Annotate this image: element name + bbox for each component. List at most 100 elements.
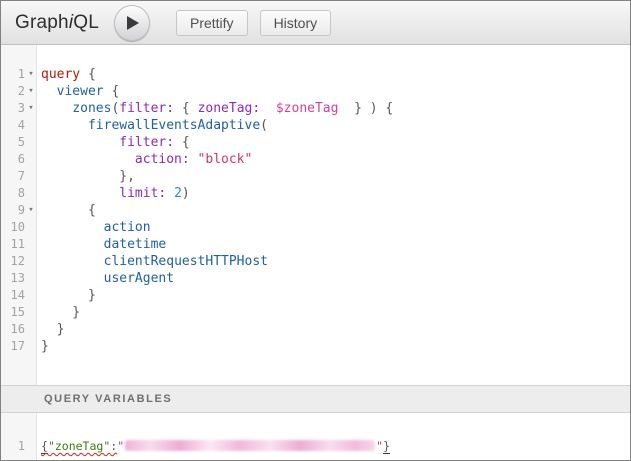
query-variables-title: QUERY VARIABLES: [44, 393, 172, 405]
redacted-zone-tag-value: [125, 440, 375, 451]
code-line[interactable]: 8 limit: 2): [1, 185, 630, 202]
line-number: 3: [1, 100, 25, 117]
fold-gutter-spacer: [25, 236, 37, 253]
fold-gutter-spacer: [25, 338, 37, 355]
code-token: [166, 186, 174, 201]
query-variables-header[interactable]: QUERY VARIABLES: [1, 385, 630, 413]
fold-gutter-spacer: [25, 117, 37, 134]
code-line[interactable]: 9▾ {: [1, 202, 630, 219]
fold-gutter-spacer: [25, 253, 37, 270]
graphiql-window: GraphiQL Prettify History 1▾query {2▾ vi…: [0, 0, 631, 461]
code-line[interactable]: 17}: [1, 338, 630, 355]
line-number: 7: [1, 168, 25, 185]
lint-error-squiggle: {"zoneTag":: [41, 439, 117, 454]
code-token: action: [104, 220, 151, 235]
line-number: 14: [1, 287, 25, 304]
fold-arrow-icon[interactable]: ▾: [25, 100, 37, 117]
line-number: 17: [1, 338, 25, 355]
line-content: filter: {: [37, 134, 190, 151]
code-token: {: [104, 84, 120, 99]
line-content: },: [37, 168, 135, 185]
execute-button[interactable]: [114, 5, 150, 41]
line-content: }: [37, 321, 64, 338]
code-token: },: [41, 169, 135, 184]
code-token: filter:: [119, 101, 174, 116]
code-line[interactable]: 1▾query {: [1, 66, 630, 83]
code-line[interactable]: 15 }: [1, 304, 630, 321]
line-number: 11: [1, 236, 25, 253]
line-number: 8: [1, 185, 25, 202]
fold-arrow-icon[interactable]: ▾: [25, 66, 37, 83]
code-token: [41, 152, 135, 167]
code-token: limit:: [119, 186, 166, 201]
code-token: }: [41, 322, 64, 337]
code-token: }: [41, 305, 80, 320]
fold-arrow-icon[interactable]: ▾: [25, 83, 37, 100]
fold-gutter-spacer: [25, 438, 37, 455]
code-token: [41, 271, 104, 286]
code-token: viewer: [57, 84, 104, 99]
variables-line-content: {"zoneTag":""}: [37, 438, 390, 455]
code-token: [41, 101, 72, 116]
code-token: } ) {: [338, 101, 393, 116]
line-content: datetime: [37, 236, 166, 253]
query-editor[interactable]: 1▾query {2▾ viewer {3▾ zones(filter: { z…: [1, 45, 630, 385]
fold-gutter-spacer: [25, 168, 37, 185]
code-token: [260, 101, 276, 116]
code-token: $zoneTag: [276, 101, 339, 116]
code-token: }: [41, 339, 49, 354]
line-content: limit: 2): [37, 185, 190, 202]
code-line[interactable]: 4 firewallEventsAdaptive(: [1, 117, 630, 134]
fold-gutter-spacer: [25, 304, 37, 321]
code-line[interactable]: 2▾ viewer {: [1, 83, 630, 100]
line-content: viewer {: [37, 83, 119, 100]
code-token: [41, 84, 57, 99]
variables-editor[interactable]: 1 {"zoneTag":""}: [1, 413, 630, 460]
code-line[interactable]: 13 userAgent: [1, 270, 630, 287]
code-token: ): [182, 186, 190, 201]
line-content: zones(filter: { zoneTag: $zoneTag } ) {: [37, 100, 393, 117]
logo-text-post: QL: [73, 12, 99, 33]
code-token: {: [41, 439, 48, 454]
line-content: }: [37, 304, 80, 321]
code-line[interactable]: 7 },: [1, 168, 630, 185]
play-icon: [124, 16, 139, 30]
logo-text-pre: Graph: [15, 12, 69, 33]
code-token: action:: [135, 152, 190, 167]
code-line[interactable]: 1 {"zoneTag":""}: [1, 438, 630, 455]
code-line[interactable]: 14 }: [1, 287, 630, 304]
code-line[interactable]: 11 datetime: [1, 236, 630, 253]
fold-arrow-icon[interactable]: ▾: [25, 202, 37, 219]
code-token: [41, 118, 88, 133]
code-token: {: [174, 101, 197, 116]
line-number: 12: [1, 253, 25, 270]
code-line[interactable]: 5 filter: {: [1, 134, 630, 151]
code-token: {: [41, 203, 96, 218]
line-number: 15: [1, 304, 25, 321]
code-line[interactable]: 16 }: [1, 321, 630, 338]
fold-gutter-spacer: [25, 219, 37, 236]
code-token: (: [260, 118, 268, 133]
code-token: [41, 220, 104, 235]
code-token: "zoneTag": [48, 439, 110, 453]
line-content: action: [37, 219, 151, 236]
topbar: GraphiQL Prettify History: [1, 1, 630, 45]
code-token: zoneTag:: [198, 101, 261, 116]
code-token: filter:: [119, 135, 174, 150]
line-content: firewallEventsAdaptive(: [37, 117, 268, 134]
line-content: }: [37, 338, 49, 355]
query-code-area[interactable]: 1▾query {2▾ viewer {3▾ zones(filter: { z…: [1, 45, 630, 355]
code-line[interactable]: 12 clientRequestHTTPHost: [1, 253, 630, 270]
code-line[interactable]: 6 action: "block": [1, 151, 630, 168]
line-number: 9: [1, 202, 25, 219]
code-line[interactable]: 10 action: [1, 219, 630, 236]
line-content: query {: [37, 66, 96, 83]
code-line[interactable]: 3▾ zones(filter: { zoneTag: $zoneTag } )…: [1, 100, 630, 117]
code-token: [41, 135, 119, 150]
variables-code-area[interactable]: 1 {"zoneTag":""}: [1, 413, 630, 455]
history-button[interactable]: History: [260, 10, 332, 36]
prettify-button[interactable]: Prettify: [176, 10, 248, 36]
code-token: }: [41, 288, 96, 303]
line-content: action: "block": [37, 151, 252, 168]
fold-gutter-spacer: [25, 287, 37, 304]
